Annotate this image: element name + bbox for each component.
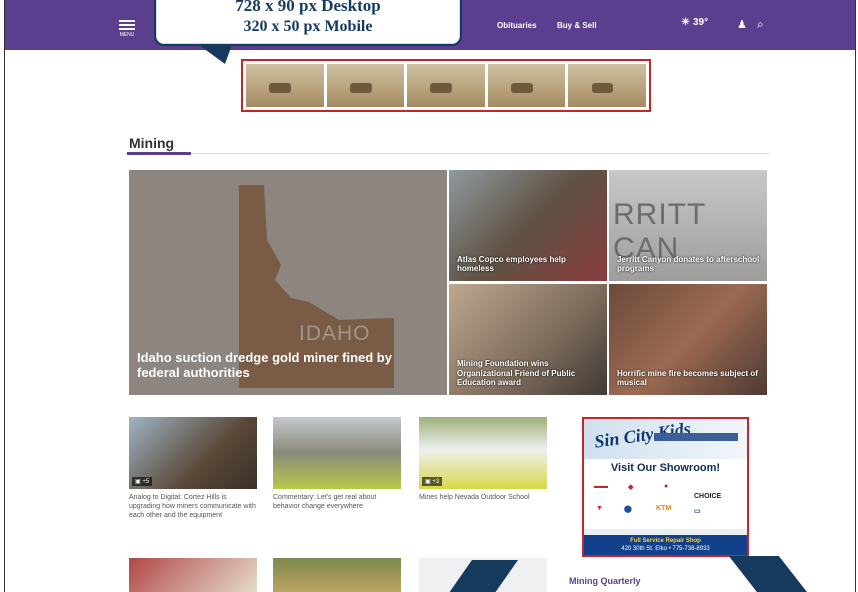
- callout-pointer: [728, 556, 814, 592]
- article-thumbnail[interactable]: [273, 558, 401, 592]
- section-title[interactable]: Mining: [129, 135, 174, 151]
- article-thumbnail[interactable]: [129, 558, 257, 592]
- ad-size-callout: 728 x 90 px Desktop 320 x 50 px Mobile: [154, 0, 462, 46]
- hero-tile-caption[interactable]: Mining Foundation wins Organizational Fr…: [457, 359, 602, 387]
- brand-logo-icon: ▭: [694, 508, 701, 515]
- hero-tile-caption[interactable]: Atlas Copco employees help homeless: [457, 255, 602, 273]
- sidebar-ad[interactable]: Sin City Kids Visit Our Showroom! ▬▬ ◆ ●…: [582, 417, 749, 557]
- leaderboard-ad[interactable]: [241, 59, 651, 112]
- ad-logo-tag: [654, 433, 738, 441]
- brand-logo-icon: ◆: [628, 484, 634, 491]
- map-label: IDAHO: [299, 322, 371, 345]
- hero-main-caption[interactable]: Idaho suction dredge gold miner fined by…: [137, 350, 437, 381]
- article-title[interactable]: Mines help Nevada Outdoor School: [419, 493, 547, 502]
- section-divider: [125, 153, 770, 154]
- brand-logo-icon: ⬤: [624, 506, 632, 513]
- article-card[interactable]: ▣ +3 Mines help Nevada Outdoor School: [419, 417, 547, 502]
- sun-icon: ☀: [681, 17, 690, 28]
- photo-count-badge: ▣ +5: [132, 477, 153, 486]
- ad-logo-bar: Sin City Kids: [584, 419, 747, 459]
- ad-address: 420 30th St. Elko • 775-738-8933: [621, 545, 710, 552]
- brand-logo-icon: CHOICE: [694, 493, 722, 500]
- callout-line-mobile: 320 x 50 px Mobile: [243, 18, 373, 35]
- user-icon[interactable]: ♟: [737, 18, 747, 31]
- brand-logo-icon: ▬▬: [594, 483, 608, 490]
- hero-tile-caption[interactable]: Jerritt Canyon donates to afterschool pr…: [617, 255, 762, 273]
- hero-tile[interactable]: Atlas Copco employees help homeless: [449, 170, 607, 281]
- weather-widget[interactable]: ☀ 39°: [681, 17, 708, 28]
- brand-logo-icon: ●: [664, 483, 669, 490]
- brand-logo-icon: KTM: [656, 505, 672, 512]
- section-underline: [127, 152, 191, 155]
- brand-logo-icon: ▼: [596, 505, 603, 512]
- menu-button[interactable]: MENU: [119, 18, 135, 38]
- ad-image-2: [326, 64, 405, 107]
- article-card[interactable]: Commentary: Let's get real about behavio…: [273, 417, 401, 511]
- hero-tile[interactable]: Horrific mine fire becomes subject of mu…: [609, 284, 767, 395]
- article-thumbnail[interactable]: ▣ +5: [129, 417, 257, 489]
- ad-service: Full Service Repair Shop: [630, 537, 701, 544]
- ad-brand-logos: ▬▬ ◆ ● CHOICE ▼ ⬤ KTM ▭: [584, 477, 747, 529]
- article-card[interactable]: [273, 558, 401, 592]
- article-card[interactable]: [129, 558, 257, 592]
- ad-image-4: [487, 64, 566, 107]
- menu-label: MENU: [119, 32, 135, 38]
- hero-tile[interactable]: Mining Foundation wins Organizational Fr…: [449, 284, 607, 395]
- ad-footer: Full Service Repair Shop 420 30th St. El…: [584, 534, 747, 555]
- ad-image-1: [246, 64, 324, 107]
- callout-line-desktop: 728 x 90 px Desktop: [235, 0, 381, 15]
- weather-temp: 39°: [692, 17, 709, 28]
- article-thumbnail[interactable]: [273, 417, 401, 489]
- article-title[interactable]: Commentary: Let's get real about behavio…: [273, 493, 401, 511]
- article-title[interactable]: Analog to Digital: Cortez Hills is upgra…: [129, 493, 257, 520]
- page-frame: MENU Obituaries Buy & Sell ☀ 39° ♟ ⌕ 728…: [4, 0, 856, 592]
- ad-image-3: [407, 64, 485, 107]
- nav-item-obituaries[interactable]: Obituaries: [497, 21, 537, 30]
- ad-showroom-text: Visit Our Showroom!: [584, 459, 747, 477]
- hero-main-story[interactable]: IDAHO Idaho suction dredge gold miner fi…: [129, 170, 447, 395]
- hamburger-icon: [119, 20, 135, 30]
- sidebar-heading[interactable]: Mining Quarterly: [569, 576, 641, 586]
- ad-image-5: [568, 64, 646, 107]
- article-card[interactable]: ▣ +5 Analog to Digital: Cortez Hills is …: [129, 417, 257, 520]
- article-thumbnail[interactable]: ▣ +3: [419, 417, 547, 489]
- search-icon[interactable]: ⌕: [757, 17, 764, 32]
- hero-tile-caption[interactable]: Horrific mine fire becomes subject of mu…: [617, 369, 762, 387]
- photo-count-badge: ▣ +3: [422, 477, 443, 486]
- hero-tile[interactable]: RRITT CAN Jerritt Canyon donates to afte…: [609, 170, 767, 281]
- nav-item-buy-sell[interactable]: Buy & Sell: [557, 21, 597, 30]
